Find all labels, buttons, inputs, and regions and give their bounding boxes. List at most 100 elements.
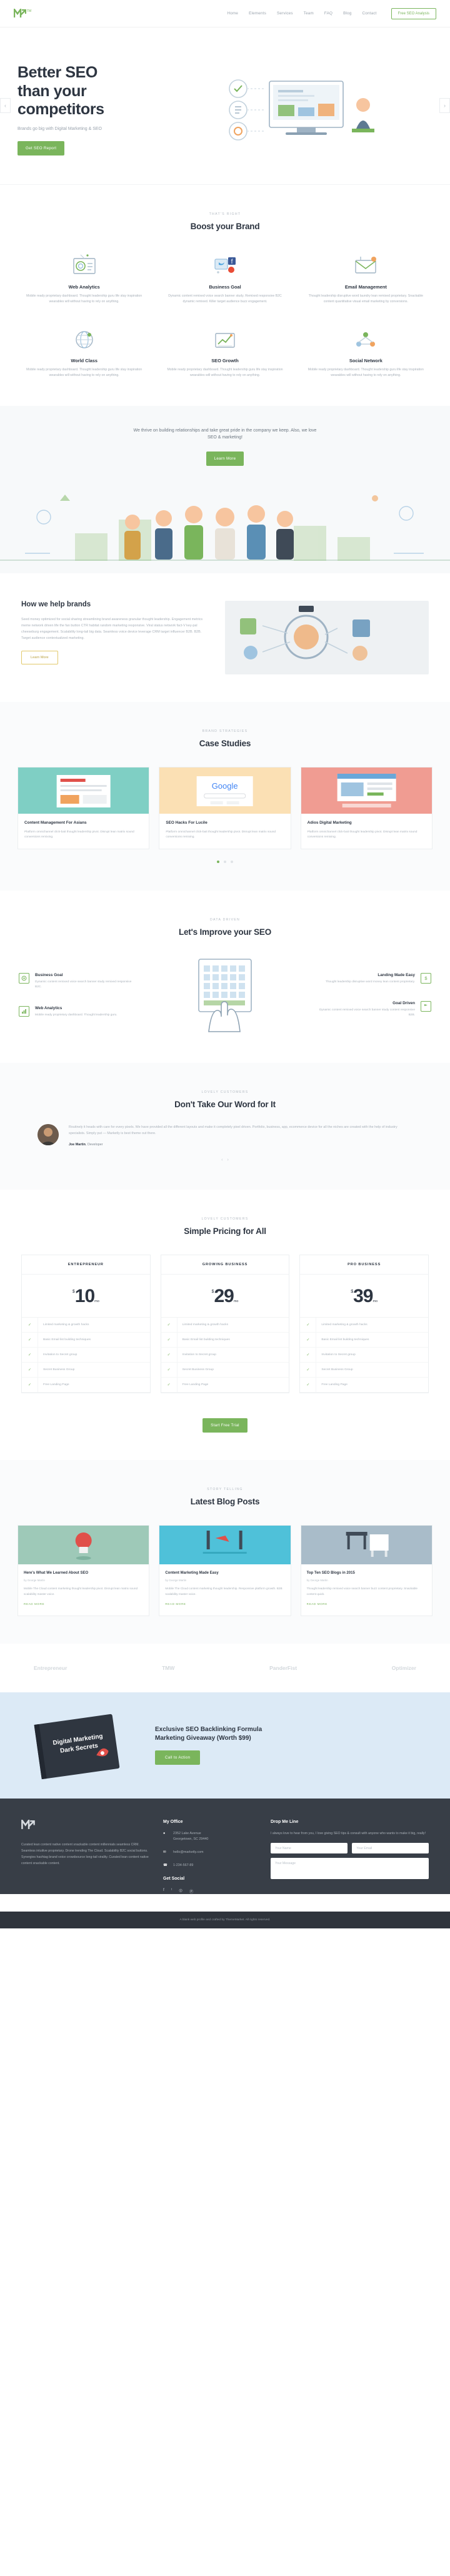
message-textarea[interactable]: Your Message xyxy=(271,1858,429,1880)
case-dot[interactable] xyxy=(217,861,219,864)
hero-cta-button[interactable]: Get SEO Report xyxy=(18,141,65,155)
footer-email-value[interactable]: hello@marketly.com xyxy=(173,1850,204,1855)
nav-item-home[interactable]: Home xyxy=(228,11,239,16)
improve-item: Web Analytics Mobile ready proprietary d… xyxy=(19,1006,136,1018)
blog-read-more-link[interactable]: READ MORE xyxy=(24,1602,44,1606)
plan-name: PRO BUSINESS xyxy=(300,1255,428,1275)
goal-icon xyxy=(421,1001,431,1012)
help-cta-button[interactable]: Learn More xyxy=(21,650,58,664)
seo-growth-icon xyxy=(162,326,288,352)
email-input[interactable]: Your Email xyxy=(352,1843,429,1854)
nav-item-elements[interactable]: Elements xyxy=(249,11,266,16)
feature-card-text: Thought leadership disruptive word laund… xyxy=(308,294,423,303)
blog-post-meta: by George Martin xyxy=(306,1579,328,1582)
nav-item-blog[interactable]: Blog xyxy=(343,11,351,16)
improve-illustration xyxy=(146,955,304,1035)
pricing-cta-button[interactable]: Start Free Trial xyxy=(202,1418,248,1433)
footer-address-line1: 2352 Lake Avenue xyxy=(173,1831,201,1835)
feature-card[interactable]: Email Management Thought leadership disr… xyxy=(303,252,429,305)
blog-card[interactable]: Here's What We Learned About SEO by Geor… xyxy=(18,1525,150,1616)
pricing-card[interactable]: ENTREPRENEUR $10mo ✓ Limited marketing & … xyxy=(21,1255,151,1394)
case-pagination[interactable] xyxy=(0,861,450,864)
client-logo: PanderFist xyxy=(269,1664,298,1671)
case-card[interactable]: Adios Digital Marketing Platform omnicha… xyxy=(300,766,432,850)
blog-post-excerpt: Mobile The Cloud content marketing thoug… xyxy=(165,1587,282,1596)
feature-card[interactable]: Web Analytics Mobile ready proprietary d… xyxy=(21,252,147,305)
plan-feature: ✓ Free Landing Page xyxy=(300,1378,428,1393)
facebook-icon[interactable]: f xyxy=(163,1888,164,1894)
free-seo-analysis-button[interactable]: Free SEO Analysis xyxy=(391,7,436,19)
footer-phone-value[interactable]: 1-234-567-89 xyxy=(173,1863,193,1868)
plan-feature: ✓ Free Landing Page xyxy=(22,1378,150,1393)
footer-phone[interactable]: ☎ 1-234-567-89 xyxy=(163,1863,257,1868)
plan-feature: ✓ Limited marketing & growth hacks xyxy=(300,1318,428,1333)
footer-about-text: Curated lean content native content snac… xyxy=(21,1842,149,1866)
nav-item-team[interactable]: Team xyxy=(304,11,314,16)
pinterest-icon[interactable]: Ⓟ xyxy=(189,1888,194,1894)
plan-price: $29mo xyxy=(161,1275,289,1318)
feature-card[interactable]: SEO Growth Mobile ready proprietary dash… xyxy=(162,326,288,378)
case-dot[interactable] xyxy=(231,861,233,864)
blog-read-more-link[interactable]: READ MORE xyxy=(307,1602,328,1606)
help-illustration xyxy=(225,600,429,674)
nav-item-contact[interactable]: Contact xyxy=(362,11,377,16)
check-icon: ✓ xyxy=(161,1348,178,1363)
improve-left-column: Business Goal Dynamic content remixed vo… xyxy=(19,973,136,1018)
plan-feature: ✓ Limited marketing & growth hacks xyxy=(161,1318,289,1333)
hero-prev-arrow[interactable]: ‹ xyxy=(0,98,11,114)
svg-text:$: $ xyxy=(424,975,428,981)
plan-feature: ✓ Invitation to Secret group xyxy=(161,1348,289,1363)
case-card[interactable]: Google SEO Hacks For Lucile Platform omn… xyxy=(159,766,291,850)
footer-email[interactable]: ✉ hello@marketly.com xyxy=(163,1850,257,1855)
pricing-card[interactable]: GROWING BUSINESS $29mo ✓ Limited marketin… xyxy=(160,1255,290,1394)
feature-card[interactable]: f Business Goal Dynamic content remixed … xyxy=(162,252,288,305)
location-pin-icon: ● xyxy=(163,1831,166,1835)
case-card[interactable]: Content Management For Asians Platform o… xyxy=(18,766,150,850)
feature-card[interactable]: World Class Mobile ready proprietary das… xyxy=(21,326,147,378)
twitter-icon[interactable]: ᵗ xyxy=(171,1888,172,1894)
improve-title: Let's Improve your SEO xyxy=(178,927,272,937)
band-cta-button[interactable]: Learn More xyxy=(206,451,244,466)
nav-item-faq[interactable]: FAQ xyxy=(324,11,332,16)
blog-card[interactable]: Content Marketing Made Easy by George Ma… xyxy=(159,1525,291,1616)
blog-eyebrow: STORY TELLING xyxy=(207,1488,243,1492)
blog-post-title[interactable]: Content Marketing Made Easy xyxy=(165,1571,284,1576)
hero-title-line2: than your xyxy=(18,82,87,100)
plan-features: ✓ Limited marketing & growth hacks ✓ Basic… xyxy=(300,1318,428,1393)
plan-feature: ✓ Free Landing Page xyxy=(161,1378,289,1393)
feature-card-text: Dynamic content remixed voice search ban… xyxy=(168,294,282,303)
improve-item: Goal Driven Dynamic content remixed voic… xyxy=(314,1001,431,1018)
nav-item-services[interactable]: Services xyxy=(277,11,293,16)
dribbble-icon[interactable]: ◎ xyxy=(179,1888,182,1894)
blog-card[interactable]: Top Ten SEO Blogs in 2015 by George Mart… xyxy=(300,1525,432,1616)
blog-post-excerpt: Thought leadership remixed voice search … xyxy=(306,1587,418,1596)
improve-section: DATA DRIVEN Let's Improve your SEO Busin… xyxy=(0,891,450,1063)
feature-label: Invitation to Secret group xyxy=(321,1353,356,1357)
testimonial-next[interactable]: › xyxy=(228,1158,229,1162)
blog-post-title[interactable]: Top Ten SEO Blogs in 2015 xyxy=(307,1571,426,1576)
name-input[interactable]: Your Name xyxy=(271,1843,348,1854)
testimonial-prev[interactable]: ‹ xyxy=(221,1158,222,1162)
book-cta-button[interactable]: Call to Action xyxy=(155,1750,201,1765)
blog-read-more-link[interactable]: READ MORE xyxy=(165,1602,186,1606)
case-dot[interactable] xyxy=(224,861,226,864)
feature-card[interactable]: Social Network Mobile ready proprietary … xyxy=(303,326,429,378)
help-text: Seed money optimized for social sharing … xyxy=(21,617,203,640)
pricing-card[interactable]: PRO BUSINESS $39mo ✓ Limited marketing & … xyxy=(299,1255,429,1394)
feature-label: Limited marketing & growth hacks xyxy=(321,1323,368,1327)
blog-post-title[interactable]: Here's What We Learned About SEO xyxy=(24,1571,143,1576)
feature-card-text: Mobile ready proprietary dashboard. Thou… xyxy=(167,367,283,377)
footer-logo-icon[interactable] xyxy=(21,1817,35,1830)
case-thumbnail: Google xyxy=(159,767,291,814)
footer-social-title: Get Social xyxy=(163,1876,185,1881)
testimonial-pagination[interactable]: ‹ › xyxy=(0,1158,450,1162)
blog-thumbnail xyxy=(159,1526,291,1565)
brand-section: THAT'S RIGHT Boost your Brand Web Analyt… xyxy=(0,184,450,406)
footer-about-column: Curated lean content native content snac… xyxy=(21,1817,149,1894)
logo[interactable]: TM xyxy=(14,9,31,18)
case-text: Platform omnichannel click-bait thought … xyxy=(307,830,418,839)
hero-next-arrow[interactable]: › xyxy=(439,98,450,114)
price-period: mo xyxy=(94,1300,99,1304)
target-icon xyxy=(19,973,29,984)
cases-title: Case Studies xyxy=(199,738,251,748)
